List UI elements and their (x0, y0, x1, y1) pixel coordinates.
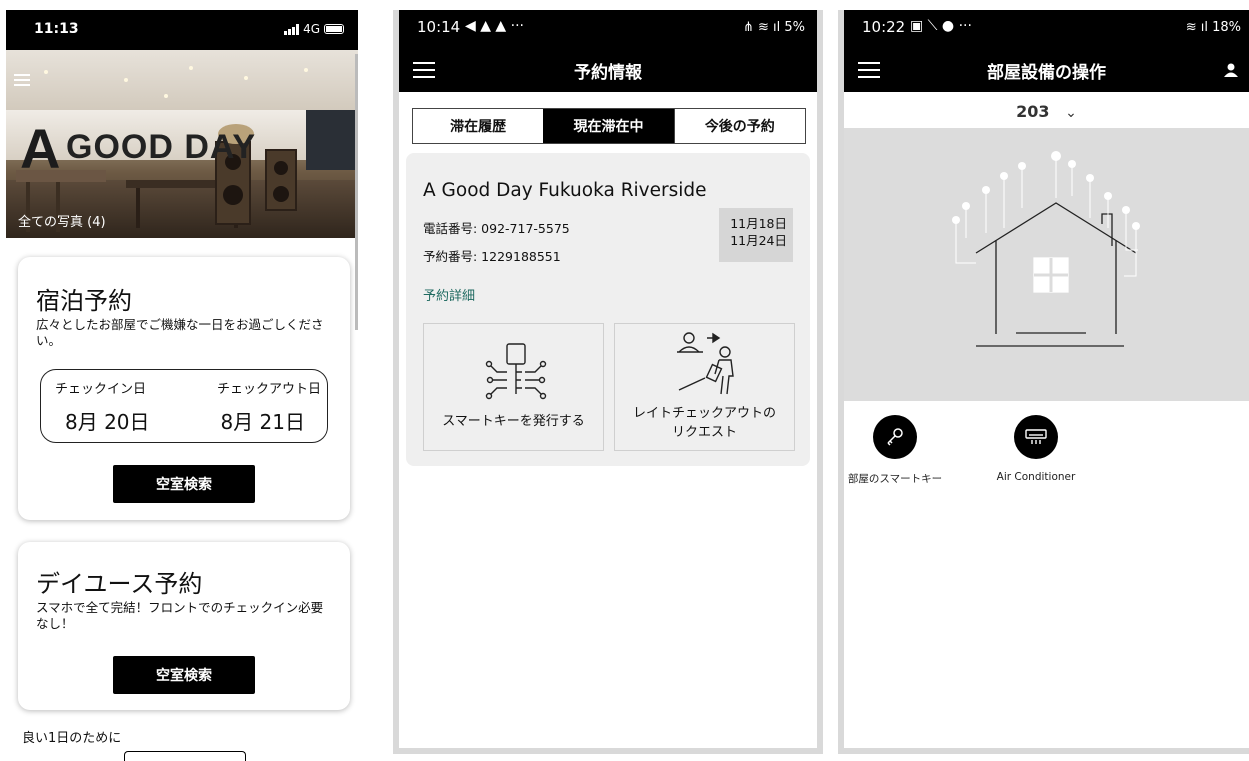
device-smart-key[interactable]: 部屋のスマートキー (840, 415, 950, 486)
smart-home-illustration (844, 128, 1249, 401)
smart-key-icon (485, 343, 547, 400)
late-checkout-icon (677, 332, 734, 395)
footer-text: 良い1日のために (22, 731, 122, 746)
key-icon (873, 415, 917, 459)
device-name: Air Conditioner (996, 471, 1076, 483)
stay-booking-description: 広々としたお部屋でご機嫌な一日をお過ごしください。 (36, 317, 324, 348)
phone-screen-reservation: 10:14 ◀ ▲ ▲ ··· ⋔ ≋ ıl 5% 予約情報 滞在履歴 現在滞在… (393, 10, 823, 754)
dayuse-booking-title: デイユース予約 (36, 570, 203, 598)
device-air-conditioner[interactable]: Air Conditioner (981, 415, 1091, 483)
issue-smart-key-label: スマートキーを発行する (442, 414, 585, 429)
notification-icons: ◀ ▲ ▲ ··· (465, 18, 525, 34)
late-checkout-label-2: リクエスト (671, 425, 737, 440)
hotel-name: A Good Day Fukuoka Riverside (423, 180, 707, 201)
checkout-date[interactable]: 8月 21日 (220, 406, 305, 435)
phone-screen-booking: 11:13 4G A GOOD DAY 全ての写真 (4) 宿泊予約 広々とした… (6, 10, 358, 761)
late-checkout-label-1: レイトチェックアウトの (632, 406, 776, 421)
scrollbar[interactable] (355, 54, 358, 330)
battery-percent: 5% (784, 20, 805, 35)
date-selector[interactable]: チェックイン日 チェックアウト日 8月 20日 8月 21日 (40, 369, 328, 443)
tab-current[interactable]: 現在滞在中 (543, 109, 674, 143)
wifi-icon: ⋔ ≋ ıl (742, 20, 785, 35)
status-time: 10:22 (862, 18, 906, 36)
hotel-sign: GOOD DAY (66, 128, 257, 166)
notification-icons: ▣ ⟍ ● ··· (910, 18, 972, 34)
chevron-down-icon: ⌄ (1065, 105, 1077, 121)
device-name: 部屋のスマートキー (847, 473, 943, 485)
reservation-tabs: 滞在履歴 現在滞在中 今後の予約 (412, 108, 806, 144)
status-bar: 10:14 ◀ ▲ ▲ ··· ⋔ ≋ ıl 5% (399, 10, 817, 46)
air-conditioner-icon (1014, 415, 1058, 459)
dayuse-search-button[interactable]: 空室検索 (113, 656, 255, 694)
phone-number: 電話番号: 092-717-5575 (423, 221, 570, 236)
status-bar: 11:13 4G (6, 10, 358, 50)
tab-upcoming[interactable]: 今後の予約 (673, 109, 805, 143)
reservation-number: 予約番号: 1229188551 (423, 249, 561, 264)
checkin-label: チェックイン日 (55, 382, 147, 397)
network-type: 4G (303, 22, 320, 36)
reservation-card: A Good Day Fukuoka Riverside 電話番号: 092-7… (406, 153, 810, 466)
menu-icon[interactable] (14, 74, 30, 89)
stay-booking-card: 宿泊予約 広々としたお部屋でご機嫌な一日をお過ごしください。 チェックイン日 チ… (18, 257, 350, 520)
checkout-label: チェックアウト日 (216, 382, 321, 397)
tab-history[interactable]: 滞在履歴 (413, 109, 543, 143)
page-title: 部屋設備の操作 (987, 63, 1106, 83)
late-checkout-button[interactable]: レイトチェックアウトの リクエスト (614, 323, 795, 451)
stay-dates: 11月18日 11月24日 (719, 208, 793, 262)
battery-percent: 18% (1212, 20, 1241, 35)
battery-icon (324, 24, 344, 34)
app-bar: 部屋設備の操作 (844, 46, 1249, 92)
stay-booking-title: 宿泊予約 (36, 287, 132, 315)
page-title: 予約情報 (574, 63, 642, 83)
stay-search-button[interactable]: 空室検索 (113, 465, 255, 503)
room-number: 203 (1016, 102, 1050, 121)
house-icon (952, 151, 1140, 347)
signal-icon (284, 23, 300, 35)
dayuse-booking-description: スマホで全て完結！フロントでのチェックイン必要なし！ (36, 600, 324, 631)
status-time: 11:13 (34, 21, 79, 37)
reservation-detail-link[interactable]: 予約詳細 (423, 285, 475, 304)
wifi-icon: ≋ ıl (1185, 20, 1213, 35)
issue-smart-key-button[interactable]: スマートキーを発行する (423, 323, 604, 451)
all-photos-link[interactable]: 全ての写真 (4) (18, 211, 106, 230)
phone-screen-room-control: 10:22 ▣ ⟍ ● ··· ≋ ıl 18% 部屋設備の操作 203 ⌄ 部… (838, 10, 1249, 754)
hotel-photo[interactable]: A GOOD DAY 全ての写真 (4) (6, 50, 358, 238)
floating-button-partial[interactable] (124, 751, 246, 761)
dayuse-booking-card: デイユース予約 スマホで全て完結！フロントでのチェックイン必要なし！ 空室検索 (18, 542, 350, 710)
sign-letter: A (20, 117, 61, 180)
status-bar: 10:22 ▣ ⟍ ● ··· ≋ ıl 18% (844, 10, 1249, 46)
room-selector[interactable]: 203 ⌄ (844, 102, 1249, 121)
date-out: 11月24日 (730, 233, 787, 248)
checkin-date[interactable]: 8月 20日 (65, 406, 150, 435)
status-time: 10:14 (417, 18, 461, 36)
date-in: 11月18日 (730, 216, 787, 231)
app-bar: 予約情報 (399, 46, 817, 92)
user-icon[interactable] (1223, 62, 1239, 78)
